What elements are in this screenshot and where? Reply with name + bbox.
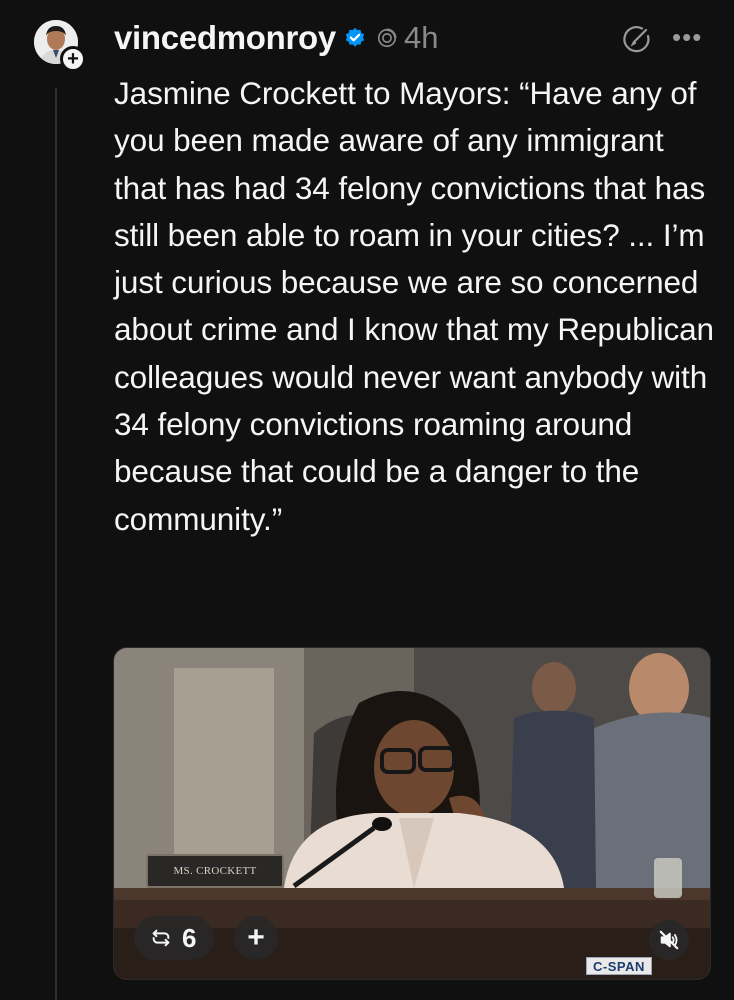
cspan-watermark: C-SPAN bbox=[586, 957, 652, 975]
post-timestamp: 4h bbox=[403, 20, 439, 55]
thread-post: + vincedmonroy 4h ••• Jasmine Crockett t… bbox=[0, 0, 734, 1000]
muted-speaker-icon bbox=[659, 930, 679, 950]
repost-button[interactable]: 6 bbox=[134, 916, 215, 960]
add-button[interactable]: + bbox=[234, 916, 278, 960]
post-header: vincedmonroy 4h bbox=[114, 16, 438, 60]
thread-line bbox=[55, 88, 57, 1000]
edit-icon[interactable] bbox=[620, 22, 654, 56]
repost-count: 6 bbox=[182, 922, 197, 953]
verified-badge-icon bbox=[344, 27, 366, 49]
repost-icon bbox=[152, 929, 170, 947]
nameplate: MS. CROCKETT bbox=[146, 854, 284, 888]
threads-ai-icon bbox=[376, 27, 398, 49]
mute-button[interactable] bbox=[649, 920, 689, 960]
video-media[interactable]: MS. CROCKETT 6 + C-SPAN bbox=[113, 647, 711, 980]
more-icon[interactable]: ••• bbox=[672, 24, 706, 54]
follow-plus-icon[interactable]: + bbox=[60, 46, 86, 72]
post-text: Jasmine Crockett to Mayors: “Have any of… bbox=[114, 75, 714, 537]
username[interactable]: vincedmonroy bbox=[114, 19, 336, 57]
